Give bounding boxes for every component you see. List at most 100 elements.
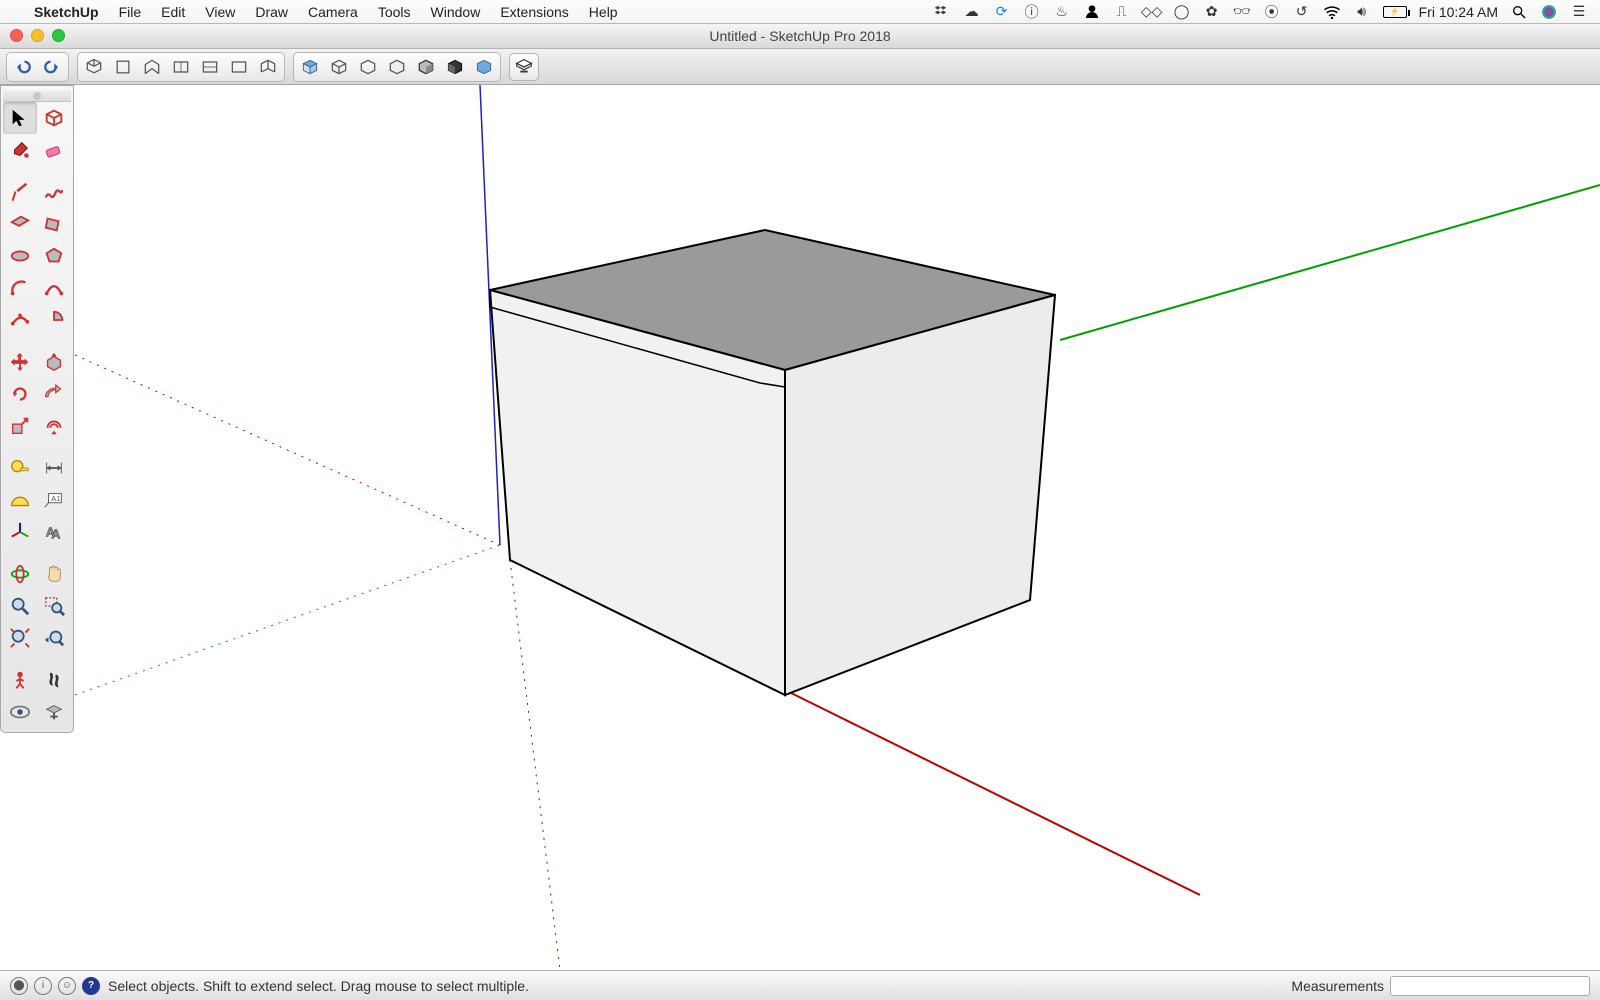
siri-icon[interactable] xyxy=(1540,3,1558,21)
menu-camera[interactable]: Camera xyxy=(308,4,358,20)
select-tool[interactable] xyxy=(3,102,37,134)
timemachine-icon[interactable]: ↺ xyxy=(1293,3,1311,21)
menu-edit[interactable]: Edit xyxy=(161,4,185,20)
3pt-arc-tool[interactable] xyxy=(3,304,37,336)
pan-tool[interactable] xyxy=(37,558,71,590)
zoom-tool[interactable] xyxy=(3,590,37,622)
arc-tool[interactable] xyxy=(3,272,37,304)
left-view-button[interactable] xyxy=(228,56,250,78)
menu-view[interactable]: View xyxy=(205,4,235,20)
front-view-button[interactable] xyxy=(141,56,163,78)
menu-draw[interactable]: Draw xyxy=(255,4,288,20)
measurements-input[interactable] xyxy=(1390,976,1590,996)
blue-axis-neg xyxy=(510,560,560,970)
credits-icon[interactable]: i xyxy=(34,977,52,995)
notification-icon[interactable]: ☰ xyxy=(1570,3,1588,21)
undo-button[interactable] xyxy=(12,56,34,78)
record-icon[interactable]: ⦿ xyxy=(1263,3,1281,21)
profile-icon[interactable]: ☺ xyxy=(58,977,76,995)
cloud-icon[interactable]: ☁︎ xyxy=(963,3,981,21)
instructor-button[interactable] xyxy=(509,53,539,81)
push-pull-tool[interactable] xyxy=(37,346,71,378)
style1-button[interactable] xyxy=(299,56,321,78)
position-camera-tool[interactable] xyxy=(3,664,37,696)
app-name[interactable]: SketchUp xyxy=(34,4,99,20)
protractor-tool[interactable] xyxy=(3,484,37,516)
zoom-extents-tool[interactable] xyxy=(3,622,37,654)
flame-icon[interactable]: ♨ xyxy=(1053,3,1071,21)
move-tool[interactable] xyxy=(3,346,37,378)
menu-help[interactable]: Help xyxy=(589,4,618,20)
diamond-icon[interactable]: ◇◇ xyxy=(1143,3,1161,21)
bracket-icon[interactable]: ⎍ xyxy=(1113,3,1131,21)
section-plane-tool[interactable] xyxy=(37,696,71,728)
redo-button[interactable] xyxy=(41,56,63,78)
glasses-icon[interactable]: 👓︎ xyxy=(1233,3,1251,21)
menu-tools[interactable]: Tools xyxy=(378,4,411,20)
geo-icon[interactable]: ⬤ xyxy=(10,977,28,995)
dropbox-icon[interactable] xyxy=(933,3,951,21)
text-tool[interactable]: A1 xyxy=(37,484,71,516)
eraser-tool[interactable] xyxy=(37,134,71,166)
battery-icon[interactable]: ⚡ xyxy=(1383,6,1407,18)
info-icon[interactable]: ⓘ xyxy=(1023,3,1041,21)
iso-view-button[interactable] xyxy=(83,56,105,78)
offset-tool[interactable] xyxy=(37,410,71,442)
cube-model[interactable] xyxy=(490,230,1055,695)
style7-button[interactable] xyxy=(473,56,495,78)
make-component-tool[interactable] xyxy=(37,102,71,134)
2pt-arc-tool[interactable] xyxy=(37,272,71,304)
close-icon[interactable] xyxy=(10,29,23,42)
look-around-tool[interactable] xyxy=(3,696,37,728)
axes-tool[interactable] xyxy=(3,516,37,548)
paint-bucket-tool[interactable] xyxy=(3,134,37,166)
style6-button[interactable] xyxy=(444,56,466,78)
tape-tool[interactable] xyxy=(3,452,37,484)
mac-menubar: SketchUp File Edit View Draw Camera Tool… xyxy=(0,0,1600,24)
zoom-window-tool[interactable] xyxy=(37,590,71,622)
style3-button[interactable] xyxy=(357,56,379,78)
circle-tool[interactable] xyxy=(3,240,37,272)
style4-button[interactable] xyxy=(386,56,408,78)
pie-tool[interactable] xyxy=(37,304,71,336)
sync-icon[interactable]: ⟳ xyxy=(993,3,1011,21)
rectangle-tool[interactable] xyxy=(3,208,37,240)
spotlight-icon[interactable] xyxy=(1510,3,1528,21)
help-icon[interactable]: ? xyxy=(82,977,100,995)
user-icon[interactable] xyxy=(1083,3,1101,21)
volume-icon[interactable]: 🔊︎ xyxy=(1353,3,1371,21)
back-view-button[interactable] xyxy=(199,56,221,78)
menu-file[interactable]: File xyxy=(119,4,142,20)
red-axis-pos xyxy=(785,690,1200,895)
toolbar-handle[interactable] xyxy=(3,90,71,102)
orbit-tool[interactable] xyxy=(3,558,37,590)
zoom-icon[interactable] xyxy=(52,29,65,42)
viewport-3d[interactable] xyxy=(0,85,1600,970)
clock[interactable]: Fri 10:24 AM xyxy=(1419,4,1498,20)
circle-icon[interactable]: ◯ xyxy=(1173,3,1191,21)
rotate-tool[interactable] xyxy=(3,378,37,410)
wifi-icon[interactable] xyxy=(1323,3,1341,21)
rotated-rect-tool[interactable] xyxy=(37,208,71,240)
top-view-button[interactable] xyxy=(112,56,134,78)
3d-text-tool[interactable]: AA xyxy=(37,516,71,548)
follow-me-tool[interactable] xyxy=(37,378,71,410)
red-axis-neg xyxy=(75,355,500,545)
evernote-icon[interactable]: ✿ xyxy=(1203,3,1221,21)
freehand-tool[interactable] xyxy=(37,176,71,208)
styles-group xyxy=(293,52,501,82)
dimension-tool[interactable] xyxy=(37,452,71,484)
walk-tool[interactable] xyxy=(37,664,71,696)
previous-view-tool[interactable] xyxy=(37,622,71,654)
menu-window[interactable]: Window xyxy=(431,4,481,20)
polygon-tool[interactable] xyxy=(37,240,71,272)
minimize-icon[interactable] xyxy=(31,29,44,42)
persp-view-button[interactable] xyxy=(257,56,279,78)
right-view-button[interactable] xyxy=(170,56,192,78)
scale-tool[interactable] xyxy=(3,410,37,442)
style5-button[interactable] xyxy=(415,56,437,78)
style2-button[interactable] xyxy=(328,56,350,78)
menu-extensions[interactable]: Extensions xyxy=(500,4,568,20)
line-tool[interactable] xyxy=(3,176,37,208)
svg-text:A: A xyxy=(51,526,60,541)
